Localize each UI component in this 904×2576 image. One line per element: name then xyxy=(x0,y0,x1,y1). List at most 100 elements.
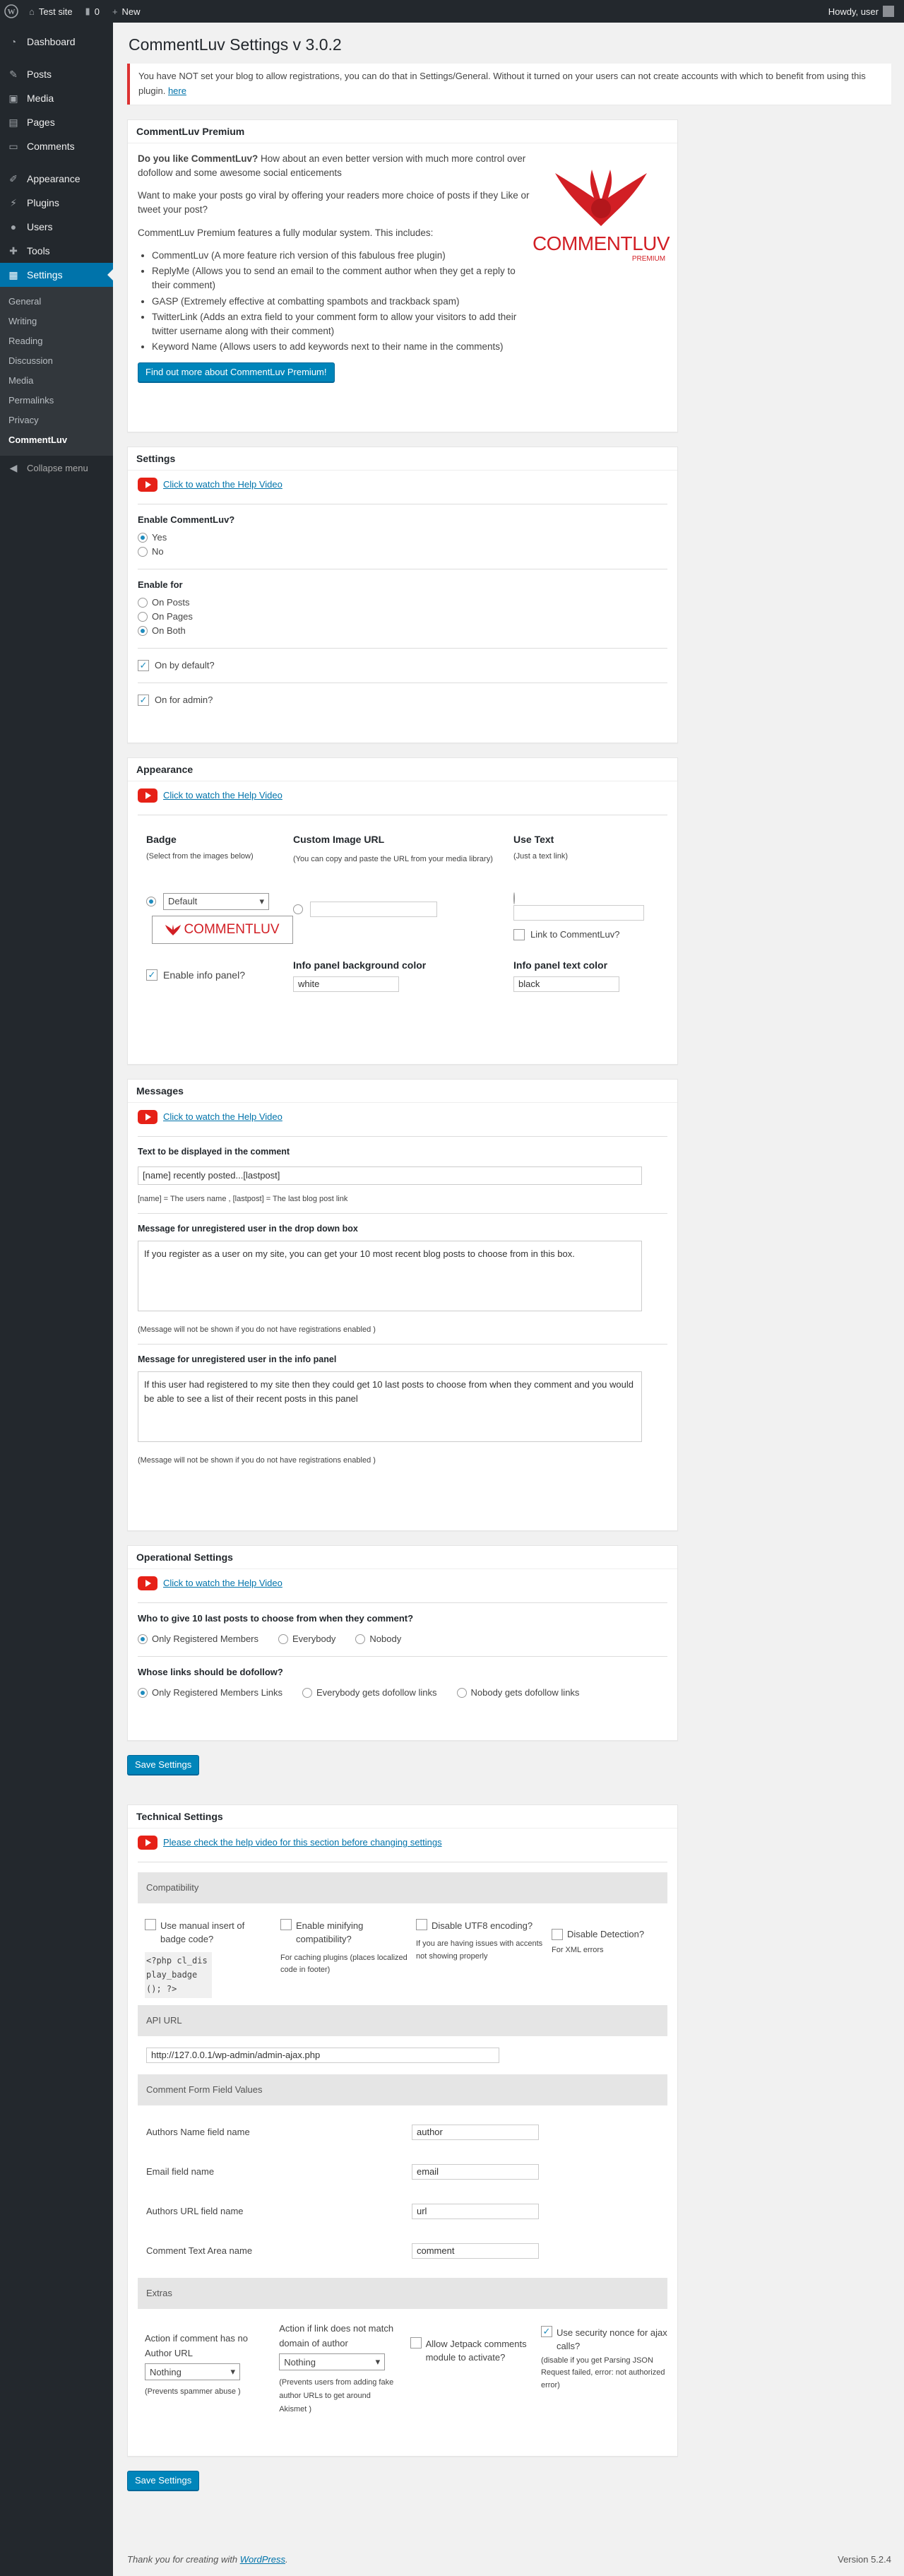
url-field-input[interactable]: url xyxy=(412,2203,539,2219)
submenu-discussion[interactable]: Discussion xyxy=(0,351,113,371)
enable-yes-radio[interactable] xyxy=(138,532,148,543)
on-by-default-option[interactable]: ✓ On by default? xyxy=(138,658,667,673)
manual-insert-option[interactable]: Use manual insert of badge code? xyxy=(145,1918,272,1946)
link-to-commentluv-checkbox[interactable] xyxy=(513,928,525,940)
submenu-media[interactable]: Media xyxy=(0,371,113,391)
who-registered-radio[interactable] xyxy=(138,1633,148,1644)
wordpress-logo-icon[interactable]: W xyxy=(0,0,23,23)
on-for-admin-option[interactable]: ✓ On for admin? xyxy=(138,693,667,707)
author-field-input[interactable]: author xyxy=(412,2124,539,2140)
who-registered-option[interactable]: Only Registered Members xyxy=(138,1632,258,1646)
account-menu[interactable]: Howdy, user xyxy=(822,0,904,23)
api-url-input[interactable]: http://127.0.0.1/wp-admin/admin-ajax.php xyxy=(146,2047,499,2063)
sidebar-item-tools[interactable]: ✚ Tools xyxy=(0,239,113,263)
site-name-link[interactable]: ⌂ Test site xyxy=(23,0,79,23)
dropdown-message-textarea[interactable]: If you register as a user on my site, yo… xyxy=(138,1240,642,1311)
technical-help-video[interactable]: Please check the help video for this sec… xyxy=(138,1835,442,1850)
manual-insert-checkbox[interactable] xyxy=(145,1918,156,1930)
security-nonce-checkbox[interactable]: ✓ xyxy=(540,2325,552,2337)
operational-help-video[interactable]: Click to watch the Help Video xyxy=(138,1576,282,1590)
who-nobody-option[interactable]: Nobody xyxy=(355,1632,401,1646)
security-nonce-option[interactable]: ✓ Use security nonce for ajax calls? xyxy=(540,2325,667,2353)
submenu-privacy[interactable]: Privacy xyxy=(0,410,113,430)
minify-option[interactable]: Enable minifying compatibility? xyxy=(280,1918,408,1946)
help-video-link[interactable]: Click to watch the Help Video xyxy=(163,790,282,800)
dofollow-everybody-option[interactable]: Everybody gets dofollow links xyxy=(302,1686,437,1700)
submenu-general[interactable]: General xyxy=(0,292,113,312)
enable-on-both-option[interactable]: On Both xyxy=(138,624,667,638)
wordpress-link[interactable]: WordPress xyxy=(240,2554,285,2565)
appearance-help-video[interactable]: Click to watch the Help Video xyxy=(138,788,282,803)
submenu-commentluv[interactable]: CommentLuv xyxy=(0,430,113,450)
enable-no-radio[interactable] xyxy=(138,546,148,557)
custom-image-url-input[interactable] xyxy=(310,902,437,918)
help-video-link[interactable]: Click to watch the Help Video xyxy=(163,1578,282,1588)
comment-text-input[interactable]: [name] recently posted...[lastpost] xyxy=(138,1166,642,1185)
on-for-admin-checkbox[interactable]: ✓ xyxy=(138,694,149,706)
on-posts-radio[interactable] xyxy=(138,597,148,608)
comments-link[interactable]: ▮ 0 xyxy=(79,0,106,23)
badge-select[interactable]: Default ▾ xyxy=(163,892,269,910)
who-everybody-option[interactable]: Everybody xyxy=(278,1632,335,1646)
use-text-radio[interactable] xyxy=(513,892,515,904)
submenu-permalinks[interactable]: Permalinks xyxy=(0,391,113,410)
comment-field-input[interactable]: comment xyxy=(412,2243,539,2259)
sidebar-item-dashboard[interactable]: ◔ Dashboard xyxy=(0,30,113,54)
dofollow-registered-option[interactable]: Only Registered Members Links xyxy=(138,1686,282,1700)
help-video-link[interactable]: Click to watch the Help Video xyxy=(163,479,282,490)
who-nobody-radio[interactable] xyxy=(355,1633,366,1644)
use-text-input[interactable] xyxy=(513,904,644,921)
enable-info-panel-option[interactable]: ✓ Enable info panel? xyxy=(146,968,293,982)
premium-info-button[interactable]: Find out more about CommentLuv Premium! xyxy=(138,362,335,382)
on-pages-radio[interactable] xyxy=(138,611,148,622)
disable-utf8-option[interactable]: Disable UTF8 encoding? xyxy=(416,1918,543,1933)
enable-info-panel-checkbox[interactable]: ✓ xyxy=(146,969,157,981)
sidebar-item-plugins[interactable]: ⚡ Plugins xyxy=(0,191,113,215)
disable-detection-checkbox[interactable] xyxy=(552,1928,563,1940)
info-bg-color-input[interactable]: white xyxy=(293,976,399,992)
email-field-input[interactable]: email xyxy=(412,2163,539,2180)
enable-on-posts-option[interactable]: On Posts xyxy=(138,596,667,610)
sidebar-item-users[interactable]: ● Users xyxy=(0,215,113,239)
field-row-author: Authors Name field name author xyxy=(146,2113,667,2152)
help-video-link[interactable]: Click to watch the Help Video xyxy=(163,1111,282,1122)
submenu-writing[interactable]: Writing xyxy=(0,312,113,331)
notice-link[interactable]: here xyxy=(168,85,186,96)
on-by-default-checkbox[interactable]: ✓ xyxy=(138,659,149,671)
jetpack-option[interactable]: Allow Jetpack comments module to activat… xyxy=(410,2336,530,2365)
disable-utf8-checkbox[interactable] xyxy=(416,1918,427,1930)
submenu-reading[interactable]: Reading xyxy=(0,331,113,351)
domain-mismatch-select[interactable]: Nothing ▾ xyxy=(279,2353,386,2371)
sidebar-item-media[interactable]: ▣ Media xyxy=(0,86,113,110)
save-settings-button[interactable]: Save Settings xyxy=(127,1754,200,1775)
sidebar-item-settings[interactable]: ▦ Settings xyxy=(0,263,113,287)
enable-no-option[interactable]: No xyxy=(138,545,667,559)
no-url-action-select[interactable]: Nothing ▾ xyxy=(145,2363,240,2381)
dofollow-everybody-radio[interactable] xyxy=(302,1687,312,1698)
help-video-link[interactable]: Please check the help video for this sec… xyxy=(163,1837,442,1848)
sidebar-item-appearance[interactable]: ✐ Appearance xyxy=(0,167,113,191)
minify-checkbox[interactable] xyxy=(280,1918,292,1930)
new-content-link[interactable]: + New xyxy=(106,0,147,23)
jetpack-checkbox[interactable] xyxy=(410,2336,422,2348)
dofollow-nobody-radio[interactable] xyxy=(456,1687,467,1698)
sidebar-item-pages[interactable]: ▤ Pages xyxy=(0,110,113,134)
infopanel-message-textarea[interactable]: If this user had registered to my site t… xyxy=(138,1371,642,1442)
on-both-radio[interactable] xyxy=(138,625,148,636)
sidebar-item-posts[interactable]: ✎ Posts xyxy=(0,62,113,86)
who-everybody-radio[interactable] xyxy=(278,1633,288,1644)
messages-help-video[interactable]: Click to watch the Help Video xyxy=(138,1109,282,1124)
sidebar-item-comments[interactable]: ▭ Comments xyxy=(0,134,113,158)
enable-on-pages-option[interactable]: On Pages xyxy=(138,610,667,624)
enable-yes-option[interactable]: Yes xyxy=(138,531,667,545)
disable-detection-option[interactable]: Disable Detection? xyxy=(552,1928,665,1940)
info-text-color-input[interactable]: black xyxy=(513,976,619,992)
dofollow-registered-radio[interactable] xyxy=(138,1687,148,1698)
save-settings-button-bottom[interactable]: Save Settings xyxy=(127,2470,200,2491)
collapse-menu-button[interactable]: ◀ Collapse menu xyxy=(0,456,113,480)
badge-radio[interactable] xyxy=(146,896,156,906)
link-to-commentluv-option[interactable]: Link to CommentLuv? xyxy=(513,928,655,942)
settings-help-video[interactable]: Click to watch the Help Video xyxy=(138,477,282,492)
custom-image-radio[interactable] xyxy=(293,904,303,915)
dofollow-nobody-option[interactable]: Nobody gets dofollow links xyxy=(456,1686,579,1700)
